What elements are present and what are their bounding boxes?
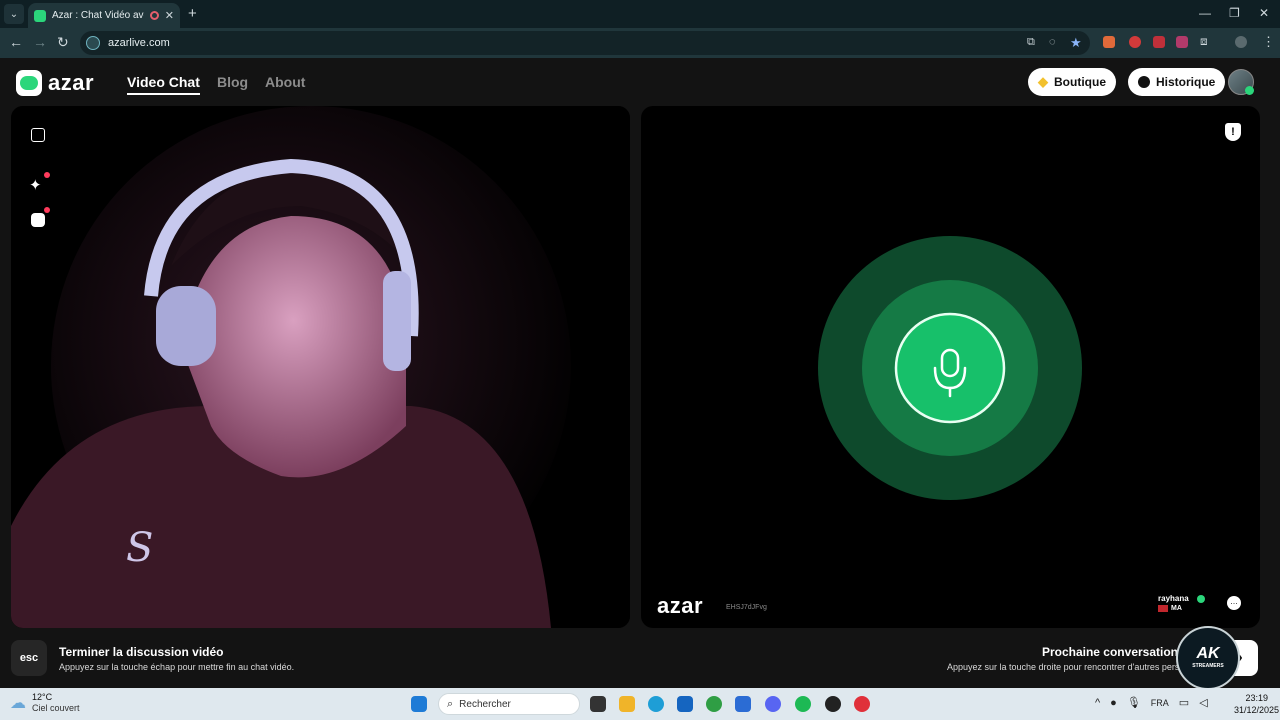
country-code: MA: [1171, 605, 1182, 612]
tab-search-icon[interactable]: ⌄: [4, 4, 24, 24]
temperature: 12°C: [32, 692, 53, 702]
browser-tab[interactable]: Azar : Chat Vidéo avec de n ✕: [28, 3, 180, 28]
restore-icon[interactable]: ❐: [1229, 6, 1240, 20]
ak-streamers-logo: AK STREAMERS: [1176, 626, 1240, 690]
collapse-icon[interactable]: [31, 128, 45, 142]
azar-page: azar Video Chat Blog About ◆ Boutique Hi…: [0, 58, 1280, 690]
session-id: EHSJ7dJFvg: [726, 604, 767, 611]
azar-logo-mark: [16, 70, 42, 96]
clock-time: 23:19: [1245, 693, 1268, 703]
nav-blog[interactable]: Blog: [217, 74, 248, 90]
window-close-icon[interactable]: ✕: [1259, 6, 1269, 20]
app-icon[interactable]: [854, 696, 870, 712]
esc-key-badge[interactable]: esc: [11, 640, 47, 676]
reload-icon[interactable]: ↻: [57, 34, 69, 51]
url-text: azarlive.com: [108, 37, 170, 49]
nav-video-chat[interactable]: Video Chat: [127, 74, 200, 95]
svg-text:S: S: [126, 525, 153, 571]
boutique-button[interactable]: ◆ Boutique: [1028, 68, 1116, 96]
report-shield-icon[interactable]: !: [1225, 123, 1241, 141]
chat-icon[interactable]: …: [1227, 596, 1241, 610]
clock-date: 31/12/2025: [1234, 705, 1280, 715]
azar-watermark: azar: [657, 593, 704, 618]
language-indicator[interactable]: FRA: [1151, 698, 1169, 708]
ak-logo-line2: STREAMERS: [1192, 663, 1224, 669]
historique-button[interactable]: Historique: [1128, 68, 1226, 96]
file-explorer-icon[interactable]: [619, 696, 635, 712]
site-info-icon[interactable]: [86, 36, 100, 50]
search-icon: ⌕: [447, 697, 454, 710]
back-icon[interactable]: ←: [9, 34, 23, 50]
weather-widget[interactable]: ☁ 12°C Ciel couvert: [10, 692, 80, 714]
taskbar-search[interactable]: ⌕ Rechercher: [438, 693, 580, 715]
edge-icon[interactable]: [648, 696, 664, 712]
network-icon[interactable]: ▭: [1179, 696, 1189, 709]
chevron-up-icon[interactable]: ^: [1095, 697, 1100, 709]
menu-icon[interactable]: ⋮: [1262, 34, 1275, 50]
recording-icon: [149, 11, 159, 20]
close-tab-icon[interactable]: ✕: [165, 9, 174, 22]
browser-toolbar: ← → ↻ azarlive.com ⧉ ◌ ★: [0, 28, 1280, 58]
azar-logo-text: azar: [48, 70, 95, 95]
discord-icon[interactable]: [765, 696, 781, 712]
volume-icon[interactable]: ◁: [1199, 696, 1207, 709]
flag-icon: [1158, 605, 1168, 612]
new-tab-icon[interactable]: +: [188, 5, 197, 22]
ak-logo-line1: AK: [1196, 645, 1220, 662]
verified-badge: [1197, 595, 1205, 603]
eye-off-icon[interactable]: ◌: [1049, 36, 1056, 48]
minimize-icon[interactable]: —: [1199, 6, 1211, 20]
azar-favicon: [34, 9, 46, 22]
online-badge: [1245, 86, 1254, 95]
extension-icon-1[interactable]: [1103, 36, 1115, 48]
weather-icon: ☁: [10, 695, 26, 712]
historique-label: Historique: [1156, 75, 1216, 89]
clock-icon: [1138, 76, 1150, 88]
cast-icon[interactable]: ⧉: [1027, 36, 1035, 49]
tab-title: Azar : Chat Vidéo avec de n: [52, 10, 144, 21]
remote-country: MA: [1158, 605, 1182, 612]
end-chat-subtitle: Appuyez sur la touche échap pour mettre …: [59, 662, 295, 672]
spotify-icon[interactable]: [795, 696, 811, 712]
diamond-icon: ◆: [1038, 74, 1048, 89]
face-icon[interactable]: [31, 213, 45, 227]
task-view-icon[interactable]: [590, 696, 606, 712]
system-tray: ^ ● 🎙 FRA ▭ ◁: [1095, 696, 1208, 710]
profile-icon[interactable]: [1235, 36, 1247, 48]
end-chat-title: Terminer la discussion vidéo: [59, 645, 224, 659]
next-conversation-subtitle: Appuyez sur la touche droite pour rencon…: [947, 662, 1180, 672]
local-video: S ✦: [11, 106, 630, 628]
weather-condition: Ciel couvert: [32, 703, 80, 713]
azar-logo[interactable]: azar: [16, 70, 94, 96]
remote-username: rayhana: [1158, 594, 1189, 603]
windows-taskbar: ☁ 12°C Ciel couvert ⌕ Rechercher ^ ● 🎙 F…: [0, 688, 1280, 720]
remote-video: ! azar EHSJ7dJFvg rayhana MA …: [641, 106, 1260, 628]
next-conversation-title: Prochaine conversation: [1041, 645, 1178, 659]
obs-icon[interactable]: [825, 696, 841, 712]
taskbar-clock[interactable]: 23:19 31/12/2025: [1234, 692, 1280, 716]
extension-icon-3[interactable]: [1153, 36, 1165, 48]
nav-about[interactable]: About: [265, 74, 305, 90]
extension-icon-4[interactable]: [1176, 36, 1188, 48]
local-camera-feed: S: [11, 106, 630, 628]
store-icon[interactable]: [677, 696, 693, 712]
start-icon[interactable]: [411, 696, 427, 712]
chrome-icon[interactable]: [706, 696, 722, 712]
browser-tab-strip: ⌄ Azar : Chat Vidéo avec de n ✕ + — ❐ ✕: [0, 0, 1280, 28]
connecting-animation: [818, 236, 1082, 500]
sparkle-notification-dot: [44, 172, 50, 178]
sparkle-icon[interactable]: ✦: [29, 176, 42, 194]
extensions-icon[interactable]: ⧈: [1200, 34, 1208, 49]
search-placeholder: Rechercher: [459, 698, 511, 710]
forward-icon[interactable]: →: [33, 34, 47, 50]
outlook-icon[interactable]: [735, 696, 751, 712]
boutique-label: Boutique: [1054, 75, 1106, 89]
address-bar[interactable]: azarlive.com: [80, 31, 1090, 55]
star-icon[interactable]: ★: [1070, 35, 1082, 51]
tray-app-icon[interactable]: ●: [1110, 697, 1117, 709]
face-notification-dot: [44, 207, 50, 213]
microphone-tray-icon[interactable]: 🎙: [1127, 696, 1141, 709]
extension-icon-2[interactable]: [1129, 36, 1141, 48]
